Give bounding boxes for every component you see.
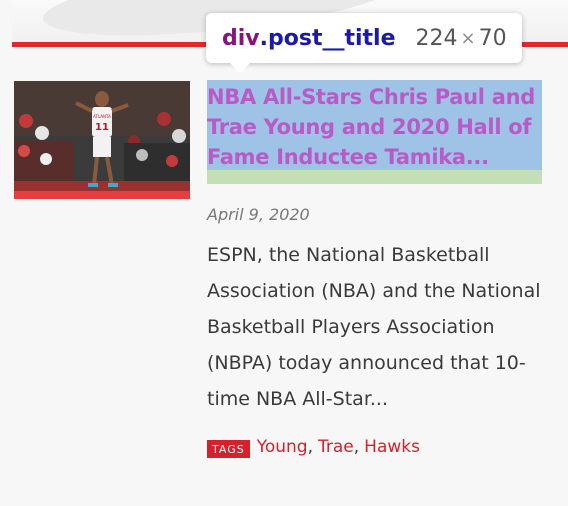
tag-link-hawks[interactable]: Hawks: [364, 437, 420, 457]
thumbnail-photo: ATLANTA 11: [14, 81, 190, 199]
highlight-margin-box: [207, 170, 542, 184]
tags-label: TAGS: [207, 440, 250, 458]
tag-link-trae[interactable]: Trae: [318, 437, 354, 457]
tooltip-height: 70: [478, 25, 507, 51]
tooltip-tag-name: div: [222, 25, 260, 51]
devtools-inspector-tooltip: div .post__title 224 × 70: [206, 13, 522, 73]
post-tags: TAGS Young , Trae , Hawks: [207, 436, 420, 458]
tooltip-class-name: .post__title: [259, 25, 396, 51]
tag-separator: ,: [307, 437, 313, 457]
post-thumbnail[interactable]: ATLANTA 11: [14, 81, 190, 199]
jersey-text: ATLANTA: [93, 114, 111, 119]
post-excerpt: ESPN, the National Basketball Associatio…: [207, 244, 541, 410]
tooltip-times-sign: ×: [460, 27, 476, 49]
jersey-number: 11: [95, 122, 109, 133]
tag-link-young[interactable]: Young: [257, 437, 308, 457]
tooltip-width: 224: [415, 25, 458, 51]
tag-separator: ,: [353, 437, 360, 457]
post-title[interactable]: NBA All-Stars Chris Paul and Trae Young …: [207, 82, 542, 172]
post-date: April 9, 2020: [207, 205, 310, 224]
